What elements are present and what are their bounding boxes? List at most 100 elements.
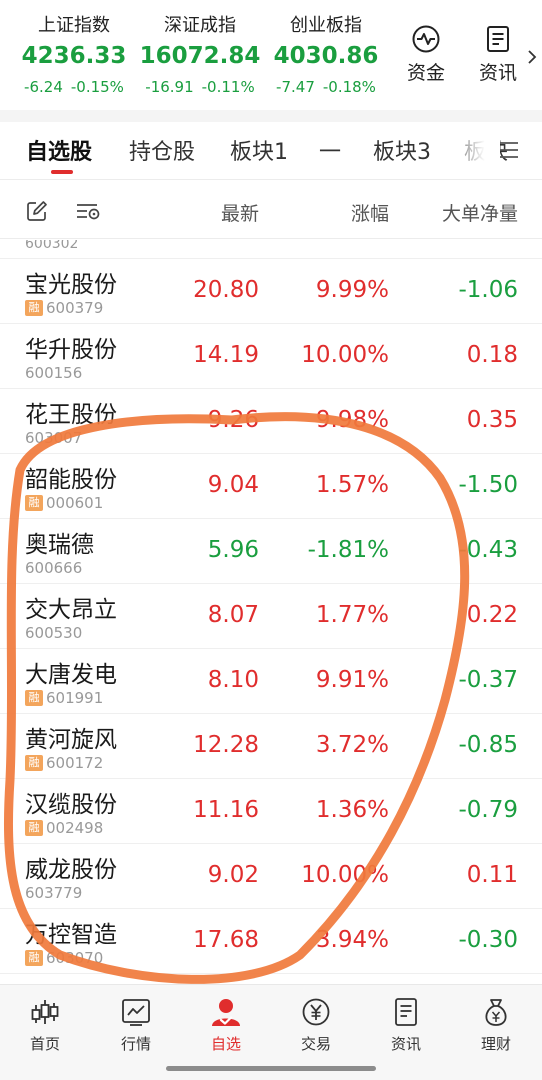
stock-code-line: 603007 bbox=[25, 429, 82, 447]
stock-name: 威龙股份 bbox=[25, 857, 117, 883]
menu-icon[interactable] bbox=[498, 140, 520, 160]
stock-row[interactable]: 万控智造融 603070 17.68 3.94% -0.30 bbox=[0, 909, 542, 974]
stock-code: 603007 bbox=[25, 429, 83, 447]
nav-home[interactable]: 首页 bbox=[15, 997, 75, 1054]
stock-row[interactable]: 交大昂立 600530 8.07 1.77% 0.22 bbox=[0, 584, 542, 649]
index-shenzhen[interactable]: 深证成指 16072.84 -16.91 -0.11% bbox=[138, 14, 262, 98]
change-percent: 3.94% bbox=[315, 927, 389, 953]
yen-coin-icon bbox=[302, 998, 330, 1026]
margin-badge: 融 bbox=[25, 820, 43, 836]
column-net-flow[interactable]: 大单净量 bbox=[442, 199, 518, 226]
document-icon bbox=[487, 26, 509, 52]
latest-price: 5.96 bbox=[207, 537, 259, 563]
change-percent: 3.72% bbox=[315, 732, 389, 758]
index-change-points: -6.24 bbox=[24, 78, 63, 96]
section-divider bbox=[0, 110, 542, 122]
index-name: 深证成指 bbox=[164, 15, 236, 36]
column-latest[interactable]: 最新 bbox=[221, 199, 259, 226]
change-percent: 1.57% bbox=[315, 472, 389, 498]
nav-label: 交易 bbox=[300, 1035, 331, 1053]
index-value: 4030.86 bbox=[273, 43, 379, 69]
stock-name: 花王股份 bbox=[25, 402, 117, 428]
net-flow: 0.18 bbox=[466, 342, 518, 368]
partial-row: 600302 bbox=[0, 240, 542, 259]
nav-news[interactable]: 资讯 bbox=[376, 997, 436, 1054]
stock-row[interactable]: 黄河旋风融 600172 12.28 3.72% -0.85 bbox=[0, 714, 542, 779]
latest-price: 9.26 bbox=[207, 407, 259, 433]
nav-watchlist[interactable]: 自选 bbox=[196, 997, 256, 1054]
stock-code: 002498 bbox=[46, 819, 104, 837]
chevron-right-icon[interactable] bbox=[527, 50, 537, 64]
pulse-icon bbox=[412, 25, 440, 53]
stock-code-line: 融 000601 bbox=[25, 494, 103, 512]
change-percent: 1.36% bbox=[315, 797, 389, 823]
watchlist-tabs: 自选股 持仓股 板块1 一 板块3 板块 bbox=[0, 122, 542, 180]
stock-row[interactable]: 华升股份 600156 14.19 10.00% 0.18 bbox=[0, 324, 542, 389]
stock-row[interactable]: 宝光股份融 600379 20.80 9.99% -1.06 bbox=[0, 259, 542, 324]
margin-badge: 融 bbox=[25, 755, 43, 771]
nav-label: 自选 bbox=[210, 1035, 241, 1053]
stock-code-line: 603779 bbox=[25, 884, 82, 902]
latest-price: 14.19 bbox=[193, 342, 259, 368]
nav-label: 首页 bbox=[29, 1035, 60, 1053]
news-button[interactable]: 资讯 bbox=[468, 24, 528, 85]
latest-price: 9.02 bbox=[207, 862, 259, 888]
index-name: 上证指数 bbox=[38, 15, 110, 36]
margin-badge: 融 bbox=[25, 690, 43, 706]
index-change: -16.91 -0.11% bbox=[138, 76, 262, 98]
index-change-points: -7.47 bbox=[276, 78, 315, 96]
stock-row[interactable]: 奥瑞德 600666 5.96 -1.81% -0.43 bbox=[0, 519, 542, 584]
latest-price: 11.16 bbox=[193, 797, 259, 823]
index-change-pct: -0.18% bbox=[322, 78, 376, 96]
tab-sector-3[interactable]: 板块3 bbox=[373, 134, 431, 166]
nav-wealth[interactable]: 理财 bbox=[466, 997, 526, 1054]
net-flow: -0.85 bbox=[458, 732, 518, 758]
net-flow: -0.37 bbox=[458, 667, 518, 693]
stock-name: 华升股份 bbox=[25, 337, 117, 363]
nav-label: 资讯 bbox=[390, 1035, 421, 1053]
change-percent: -1.81% bbox=[307, 537, 389, 563]
nav-market[interactable]: 行情 bbox=[106, 997, 166, 1054]
index-name: 创业板指 bbox=[290, 15, 362, 36]
index-value: 4236.33 bbox=[21, 43, 127, 69]
edit-icon[interactable] bbox=[26, 200, 48, 222]
fund-flow-label: 资金 bbox=[406, 62, 445, 84]
nav-trade[interactable]: 交易 bbox=[286, 997, 346, 1054]
stock-row[interactable]: 大唐发电融 601991 8.10 9.91% -0.37 bbox=[0, 649, 542, 714]
stock-code: 600302 bbox=[25, 240, 79, 252]
tab-holdings[interactable]: 持仓股 bbox=[129, 134, 195, 166]
home-indicator[interactable] bbox=[166, 1066, 376, 1071]
column-change[interactable]: 涨幅 bbox=[351, 199, 389, 226]
fund-flow-button[interactable]: 资金 bbox=[396, 24, 456, 85]
net-flow: -0.30 bbox=[458, 927, 518, 953]
tab-sector-2[interactable]: 一 bbox=[319, 134, 341, 166]
stock-code-line: 600666 bbox=[25, 559, 82, 577]
net-flow: -0.79 bbox=[458, 797, 518, 823]
margin-badge: 融 bbox=[25, 300, 43, 316]
column-settings-icon[interactable] bbox=[75, 200, 103, 222]
index-shanghai[interactable]: 上证指数 4236.33 -6.24 -0.15% bbox=[14, 14, 134, 98]
stock-row[interactable]: 威龙股份 603779 9.02 10.00% 0.11 bbox=[0, 844, 542, 909]
latest-price: 12.28 bbox=[193, 732, 259, 758]
stock-code: 603779 bbox=[25, 884, 83, 902]
stock-code: 603070 bbox=[46, 949, 104, 967]
change-percent: 9.99% bbox=[315, 277, 389, 303]
stock-row[interactable]: 汉缆股份融 002498 11.16 1.36% -0.79 bbox=[0, 779, 542, 844]
tab-watchlist[interactable]: 自选股 bbox=[26, 134, 92, 166]
stock-code: 600530 bbox=[25, 624, 83, 642]
index-change-pct: -0.15% bbox=[70, 78, 124, 96]
tab-active-indicator bbox=[51, 170, 73, 174]
tab-sector-1[interactable]: 板块1 bbox=[230, 134, 288, 166]
stock-row[interactable]: 韶能股份融 000601 9.04 1.57% -1.50 bbox=[0, 454, 542, 519]
stock-code: 600172 bbox=[46, 754, 104, 772]
index-change: -7.47 -0.18% bbox=[266, 76, 386, 98]
stock-row[interactable]: 花王股份 603007 9.26 9.98% 0.35 bbox=[0, 389, 542, 454]
stock-name: 交大昂立 bbox=[25, 597, 117, 623]
net-flow: 0.11 bbox=[466, 862, 518, 888]
stock-code-line: 融 600379 bbox=[25, 299, 103, 317]
change-percent: 10.00% bbox=[301, 342, 389, 368]
index-chinext[interactable]: 创业板指 4030.86 -7.47 -0.18% bbox=[266, 14, 386, 98]
stock-name: 宝光股份 bbox=[25, 272, 117, 298]
stock-code-line: 融 603070 bbox=[25, 949, 103, 967]
stock-code: 600379 bbox=[46, 299, 104, 317]
